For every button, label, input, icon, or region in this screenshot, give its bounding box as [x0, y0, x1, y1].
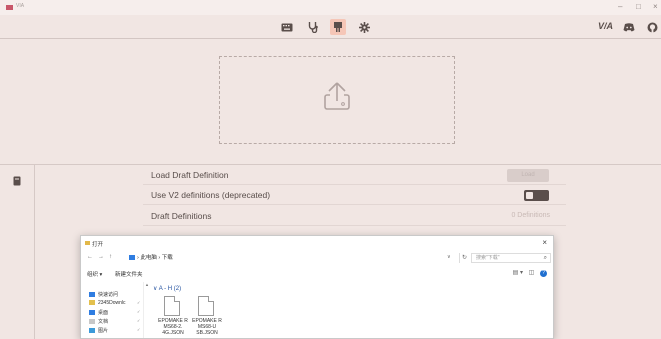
- nav-item-desktop[interactable]: 桌面: [89, 309, 108, 316]
- stethoscope-icon: [308, 22, 318, 33]
- nav-item-label: 文档: [98, 319, 109, 325]
- up-button[interactable]: ↑: [109, 254, 112, 260]
- json-file-icon: [164, 296, 180, 316]
- left-sidebar: [0, 165, 35, 339]
- keyboard-icon: [281, 23, 293, 31]
- sidebar-item-settings[interactable]: [13, 173, 21, 191]
- file-group-header[interactable]: ∨ A - H (2): [153, 285, 181, 292]
- settings-row-draft-definitions: Draft Definitions 0 Definitions: [143, 207, 566, 226]
- github-link[interactable]: [644, 19, 660, 35]
- help-button[interactable]: ?: [540, 270, 547, 277]
- pin-icon: ✓: [137, 327, 141, 332]
- path-text: › 此电脑 › 下载: [137, 255, 173, 261]
- dialog-address-bar: ← → ↑ › 此电脑 › 下载 ∨ ↻ 搜索"下载" ⌕: [81, 250, 553, 266]
- keyboard-tab[interactable]: [279, 19, 295, 35]
- settings-tab[interactable]: [356, 19, 372, 35]
- preview-pane-icon[interactable]: ◫: [529, 270, 535, 276]
- picture-icon: [89, 328, 95, 334]
- discord-icon: [623, 22, 635, 31]
- document-icon: [89, 319, 95, 325]
- app-logo-icon: [6, 5, 13, 10]
- upload-icon: [324, 82, 350, 110]
- dialog-search-input[interactable]: 搜索"下载" ⌕: [471, 253, 551, 263]
- file-item[interactable]: EPOMAKE R MS68-U SB.JSON: [187, 296, 227, 338]
- folder-icon: [85, 241, 90, 245]
- maximize-button[interactable]: □: [636, 2, 641, 12]
- desktop-icon: [89, 310, 95, 316]
- github-icon: [647, 22, 657, 32]
- forward-button[interactable]: →: [98, 254, 104, 260]
- new-folder-button[interactable]: 新建文件夹: [115, 270, 143, 278]
- main-toolbar: V/A: [0, 15, 661, 39]
- close-button[interactable]: ×: [653, 2, 658, 12]
- nav-item-label: 图片: [98, 328, 109, 334]
- use-v2-label: Use V2 definitions (deprecated): [151, 190, 271, 200]
- dialog-titlebar: 打开 ×: [81, 236, 553, 250]
- draft-definitions-count: 0 Definitions: [511, 212, 550, 219]
- design-tab[interactable]: [330, 19, 346, 35]
- download-folder-icon: [129, 255, 135, 260]
- use-v2-toggle[interactable]: [524, 190, 549, 201]
- dialog-nav-pane: 快速访问 2345Downlc 桌面 文档 图片 ✓ ✓ ✓ ✓: [81, 282, 143, 338]
- layout-design-icon: [334, 22, 342, 32]
- gear-icon: [358, 21, 370, 33]
- pin-icon: ✓: [137, 300, 141, 305]
- path-breadcrumb[interactable]: › 此电脑 › 下载: [129, 253, 447, 263]
- organize-button[interactable]: 组织 ▾: [87, 270, 102, 278]
- settings-row-load-draft: Load Draft Definition Load: [143, 166, 566, 185]
- test-tab[interactable]: [305, 19, 321, 35]
- book-icon: [13, 176, 21, 186]
- nav-item-label: 快速访问: [98, 292, 119, 298]
- nav-item-label: 桌面: [98, 310, 109, 316]
- definition-upload-dropzone[interactable]: [219, 56, 455, 144]
- json-file-icon: [198, 296, 214, 316]
- nav-item-documents[interactable]: 文档: [89, 318, 108, 325]
- folder-icon: [89, 300, 95, 306]
- via-brand-link[interactable]: V/A: [598, 21, 613, 31]
- dialog-file-list: ∨ A - H (2) EPOMAKE R MS68-2. 4G.JSON EP…: [149, 282, 549, 338]
- refresh-button[interactable]: ↻: [459, 253, 469, 263]
- star-icon: [89, 292, 95, 298]
- path-dropdown-chevron-icon[interactable]: ∨: [447, 254, 451, 260]
- pin-icon: ✓: [137, 309, 141, 314]
- settings-row-use-v2: Use V2 definitions (deprecated): [143, 186, 566, 205]
- dialog-close-button[interactable]: ×: [542, 238, 547, 247]
- search-placeholder: 搜索"下载": [476, 255, 500, 261]
- dialog-title: 打开: [92, 242, 104, 248]
- back-button[interactable]: ←: [87, 254, 93, 260]
- minimize-button[interactable]: –: [618, 2, 622, 12]
- nav-item-2345downloads[interactable]: 2345Downlc: [89, 300, 126, 306]
- window-title: VIA: [16, 3, 25, 9]
- window-titlebar: VIA – □ ×: [0, 0, 661, 15]
- file-open-dialog: 打开 × ← → ↑ › 此电脑 › 下载 ∨ ↻ 搜索"下载" ⌕ 组织 ▾ …: [80, 235, 554, 339]
- draft-definitions-label: Draft Definitions: [151, 211, 212, 221]
- pin-icon: ✓: [137, 318, 141, 323]
- search-icon: ⌕: [543, 255, 547, 261]
- load-draft-button[interactable]: Load: [507, 169, 549, 182]
- nav-item-label: 2345Downlc: [98, 300, 126, 306]
- dialog-command-bar: 组织 ▾ 新建文件夹 ▤ ▾ ◫ ?: [81, 268, 553, 280]
- section-divider: [0, 164, 661, 165]
- view-options-icon[interactable]: ▤ ▾: [513, 270, 523, 276]
- file-name: EPOMAKE R MS68-U SB.JSON: [192, 318, 222, 336]
- load-draft-label: Load Draft Definition: [151, 170, 229, 180]
- nav-item-quick-access[interactable]: 快速访问: [89, 291, 118, 298]
- discord-link[interactable]: [621, 19, 637, 35]
- nav-item-pictures[interactable]: 图片: [89, 327, 108, 334]
- view-controls: ▤ ▾ ◫ ?: [513, 269, 547, 277]
